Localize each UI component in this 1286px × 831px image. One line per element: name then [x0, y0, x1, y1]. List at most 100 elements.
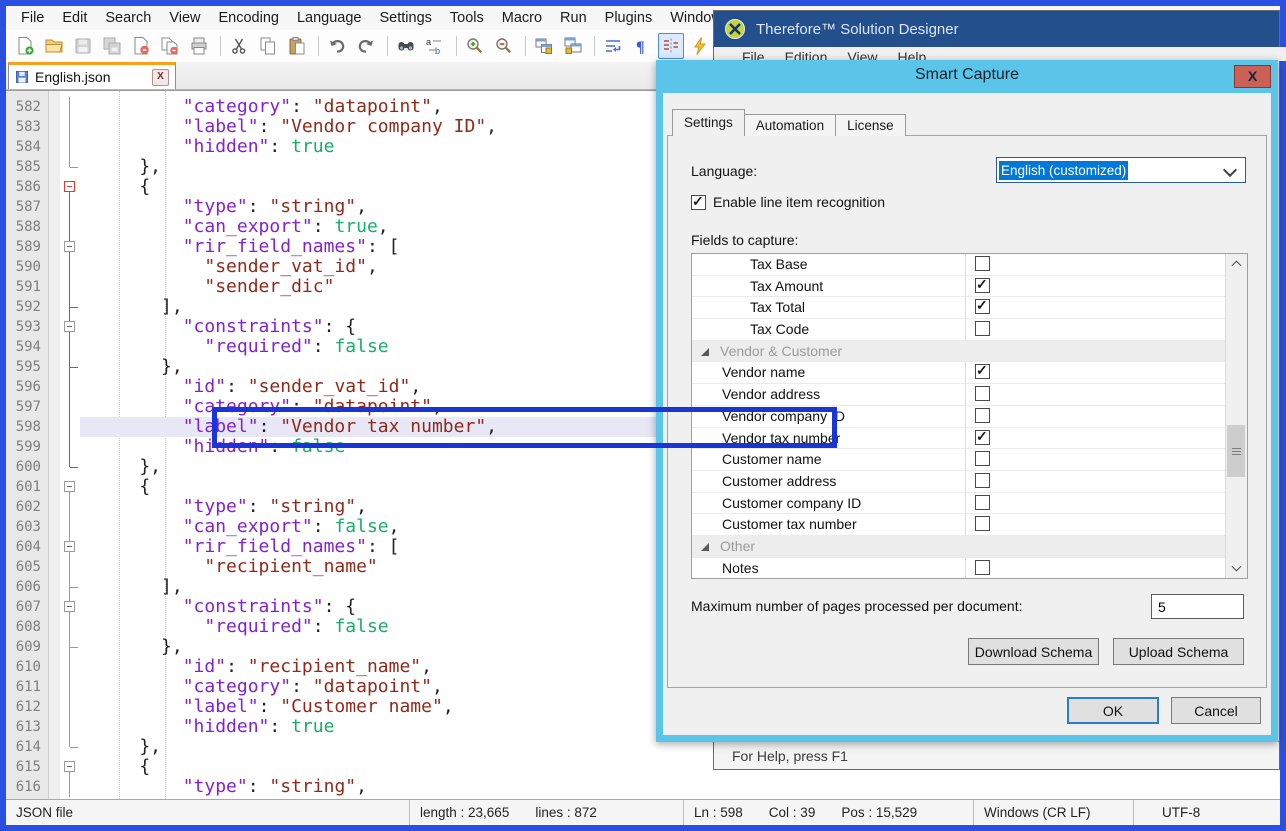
code-text[interactable]: }, — [80, 357, 183, 377]
therefore-menu-item-help[interactable]: Help — [897, 47, 926, 61]
scrollbar-thumb[interactable] — [1227, 425, 1245, 477]
menu-item-tools[interactable]: Tools — [441, 6, 493, 30]
code-text[interactable]: { — [80, 177, 150, 197]
code-text[interactable]: "type": "string", — [80, 197, 367, 217]
code-text[interactable]: "recipient_name" — [80, 557, 378, 577]
code-text[interactable]: "id": "recipient_name", — [80, 657, 432, 677]
field-checkbox[interactable] — [975, 473, 990, 488]
code-text[interactable]: "id": "sender_vat_id", — [80, 377, 421, 397]
group-expanded-icon[interactable] — [701, 348, 709, 356]
code-text[interactable]: "category": "datapoint", — [80, 97, 443, 117]
editor-line-616[interactable]: 616 "type": "string", — [6, 777, 1280, 797]
code-text[interactable]: "required": false — [80, 617, 389, 637]
menu-item-plugins[interactable]: Plugins — [596, 6, 662, 30]
replace-icon[interactable]: ab — [422, 33, 448, 59]
code-text[interactable]: "required": false — [80, 337, 389, 357]
therefore-menu-item-file[interactable]: File — [742, 47, 765, 61]
word-wrap-icon[interactable] — [600, 33, 626, 59]
code-text[interactable]: "label": "Customer name", — [80, 697, 454, 717]
code-text[interactable]: "rir_field_names": [ — [80, 537, 399, 557]
code-text[interactable]: "rir_field_names": [ — [80, 237, 399, 257]
tab-license[interactable]: License — [835, 114, 906, 136]
field-row[interactable]: Tax Base — [692, 254, 1247, 276]
field-row[interactable]: Vendor address — [692, 384, 1247, 406]
field-row[interactable]: Vendor name — [692, 362, 1247, 384]
field-checkbox[interactable] — [975, 386, 990, 401]
field-checkbox[interactable] — [975, 299, 990, 314]
code-text[interactable]: }, — [80, 457, 161, 477]
code-text[interactable]: "can_export": false, — [80, 517, 399, 537]
fold-margin-cell[interactable] — [60, 477, 80, 497]
sync-horizontal-scroll-icon[interactable] — [560, 33, 586, 59]
scroll-down-button[interactable] — [1226, 559, 1247, 578]
save-all-icon[interactable] — [99, 33, 125, 59]
field-row[interactable]: Notes — [692, 558, 1247, 579]
close-file-icon[interactable] — [128, 33, 154, 59]
field-row[interactable]: Customer tax number — [692, 514, 1247, 536]
menu-item-language[interactable]: Language — [288, 6, 371, 30]
menu-item-settings[interactable]: Settings — [370, 6, 440, 30]
enable-line-item-checkbox[interactable] — [691, 195, 706, 210]
zoom-out-icon[interactable] — [491, 33, 517, 59]
fold-margin-cell[interactable] — [60, 237, 80, 257]
field-row[interactable]: Customer company ID — [692, 493, 1247, 515]
code-text[interactable]: "can_export": true, — [80, 217, 389, 237]
code-text[interactable]: "type": "string", — [80, 777, 367, 797]
sync-vertical-scroll-icon[interactable] — [531, 33, 557, 59]
dialog-close-button[interactable]: X — [1234, 65, 1271, 88]
therefore-menu-item-edition[interactable]: Edition — [785, 47, 828, 61]
menu-item-run[interactable]: Run — [551, 6, 596, 30]
fold-margin-cell[interactable] — [60, 757, 80, 777]
code-text[interactable]: { — [80, 757, 150, 777]
code-text[interactable]: "category": "datapoint", — [80, 677, 443, 697]
tab-close-icon[interactable]: X — [152, 69, 169, 86]
code-text[interactable]: }, — [80, 737, 161, 757]
code-text[interactable]: "type": "string", — [80, 497, 367, 517]
macro-lightning-icon[interactable] — [687, 33, 713, 59]
field-checkbox[interactable] — [975, 516, 990, 531]
fold-margin-cell[interactable] — [60, 537, 80, 557]
language-dropdown[interactable]: English (customized) — [996, 157, 1246, 183]
list-vertical-scrollbar[interactable] — [1225, 254, 1247, 578]
code-text[interactable]: "sender_vat_id", — [80, 257, 378, 277]
ok-button[interactable]: OK — [1067, 697, 1159, 724]
field-checkbox[interactable] — [975, 321, 990, 336]
show-all-characters-icon[interactable]: ¶ — [629, 33, 655, 59]
cancel-button[interactable]: Cancel — [1171, 697, 1261, 724]
therefore-menu-item-view[interactable]: View — [847, 47, 877, 61]
field-checkbox[interactable] — [975, 451, 990, 466]
fold-margin-cell[interactable] — [60, 177, 80, 197]
menu-item-edit[interactable]: Edit — [53, 6, 96, 30]
print-icon[interactable] — [186, 33, 212, 59]
tab-automation[interactable]: Automation — [744, 114, 836, 136]
download-schema-button[interactable]: Download Schema — [968, 638, 1099, 665]
enable-line-item-row[interactable]: Enable line item recognition — [691, 194, 885, 210]
paste-icon[interactable] — [284, 33, 310, 59]
code-text[interactable]: "hidden": true — [80, 137, 334, 157]
field-checkbox[interactable] — [975, 430, 990, 445]
code-text[interactable]: }, — [80, 157, 161, 177]
save-icon[interactable] — [70, 33, 96, 59]
field-checkbox[interactable] — [975, 278, 990, 293]
code-text[interactable]: "sender_dic" — [80, 277, 334, 297]
menu-item-view[interactable]: View — [160, 6, 209, 30]
code-text[interactable]: ], — [80, 577, 183, 597]
undo-icon[interactable] — [324, 33, 350, 59]
show-indent-guide-icon[interactable] — [658, 33, 684, 59]
field-row[interactable]: Tax Code — [692, 319, 1247, 341]
copy-icon[interactable] — [255, 33, 281, 59]
tab-settings[interactable]: Settings — [672, 109, 745, 136]
field-checkbox[interactable] — [975, 495, 990, 510]
menu-item-file[interactable]: File — [12, 6, 53, 30]
field-row[interactable]: Customer address — [692, 471, 1247, 493]
field-group-row[interactable]: Other — [692, 536, 1247, 558]
cut-icon[interactable] — [226, 33, 252, 59]
close-all-icon[interactable] — [157, 33, 183, 59]
field-checkbox[interactable] — [975, 364, 990, 379]
code-text[interactable]: { — [80, 477, 150, 497]
new-file-icon[interactable] — [12, 33, 38, 59]
field-checkbox[interactable] — [975, 408, 990, 423]
field-checkbox[interactable] — [975, 560, 990, 575]
menu-item-macro[interactable]: Macro — [493, 6, 551, 30]
menu-item-search[interactable]: Search — [96, 6, 160, 30]
